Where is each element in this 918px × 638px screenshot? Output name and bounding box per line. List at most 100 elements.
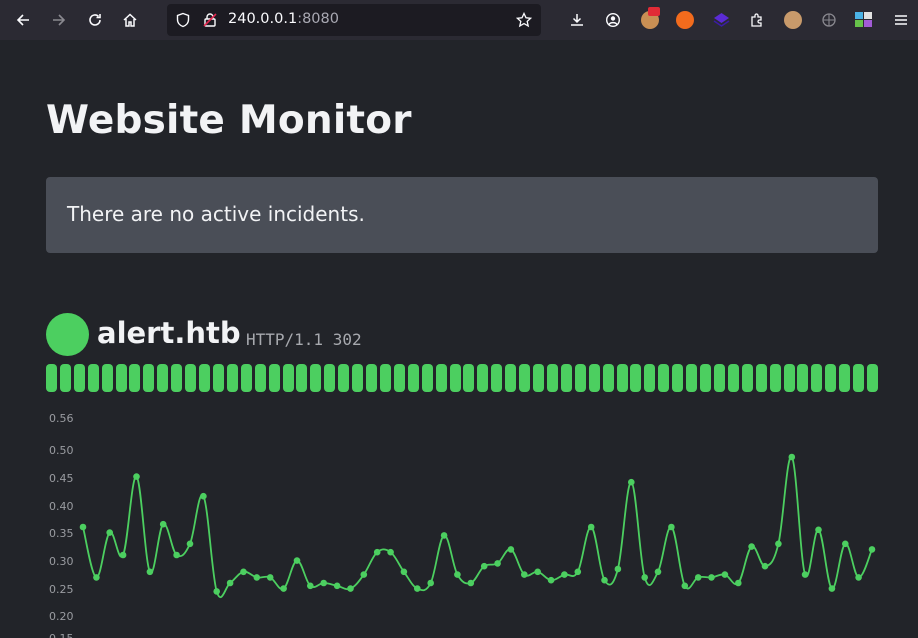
- data-point[interactable]: [601, 576, 608, 584]
- uptime-check-bar[interactable]: [352, 364, 364, 392]
- data-point[interactable]: [587, 523, 595, 531]
- data-point[interactable]: [668, 523, 675, 531]
- uptime-check-bar[interactable]: [101, 364, 113, 392]
- uptime-check-bar[interactable]: [644, 364, 656, 392]
- data-point[interactable]: [226, 579, 234, 587]
- data-point[interactable]: [440, 532, 448, 539]
- uptime-check-bar[interactable]: [143, 364, 155, 392]
- data-point[interactable]: [855, 574, 862, 581]
- data-point[interactable]: [240, 568, 247, 576]
- uptime-check-bar[interactable]: [171, 364, 183, 392]
- uptime-check-bar[interactable]: [755, 364, 767, 392]
- menu-hamburger-icon[interactable]: [889, 8, 913, 32]
- uptime-check-bar[interactable]: [393, 364, 405, 392]
- uptime-check-bar[interactable]: [59, 364, 71, 392]
- data-point[interactable]: [641, 574, 648, 581]
- data-point[interactable]: [788, 453, 796, 461]
- uptime-check-bar[interactable]: [713, 364, 725, 392]
- reload-icon[interactable]: [83, 8, 107, 32]
- uptime-check-bar[interactable]: [811, 364, 823, 392]
- forward-arrow-icon[interactable]: [47, 8, 71, 32]
- data-point[interactable]: [534, 568, 541, 576]
- account-icon[interactable]: [601, 8, 625, 32]
- uptime-check-bar[interactable]: [282, 364, 294, 392]
- data-point[interactable]: [561, 571, 568, 578]
- uptime-check-bar[interactable]: [366, 364, 378, 392]
- data-point[interactable]: [454, 571, 461, 578]
- uptime-check-bar[interactable]: [825, 364, 837, 392]
- uptime-check-bar[interactable]: [853, 364, 865, 392]
- data-point[interactable]: [106, 529, 113, 536]
- uptime-check-bar[interactable]: [727, 364, 739, 392]
- data-point[interactable]: [694, 574, 702, 581]
- data-point[interactable]: [146, 568, 154, 576]
- uptime-check-bar[interactable]: [421, 364, 433, 392]
- uptime-check-bar[interactable]: [686, 364, 698, 392]
- data-point[interactable]: [467, 579, 475, 587]
- uptime-check-bar[interactable]: [574, 364, 586, 392]
- data-point[interactable]: [842, 540, 849, 548]
- uptime-check-bar[interactable]: [839, 364, 851, 392]
- uptime-check-bar[interactable]: [310, 364, 322, 392]
- data-point[interactable]: [360, 571, 368, 578]
- uptime-check-bar[interactable]: [630, 364, 642, 392]
- uptime-check-bar[interactable]: [435, 364, 447, 392]
- data-point[interactable]: [347, 585, 354, 592]
- data-point[interactable]: [735, 579, 742, 587]
- data-point[interactable]: [280, 585, 287, 592]
- data-point[interactable]: [266, 574, 274, 581]
- uptime-check-bar[interactable]: [769, 364, 781, 392]
- uptime-check-bar[interactable]: [519, 364, 531, 392]
- data-point[interactable]: [494, 560, 501, 567]
- data-point[interactable]: [748, 543, 755, 550]
- bookmark-star-icon[interactable]: [515, 11, 533, 32]
- uptime-check-bar[interactable]: [296, 364, 308, 392]
- url-text[interactable]: 240.0.0.1:8080: [228, 11, 339, 27]
- data-point[interactable]: [761, 562, 769, 570]
- data-point[interactable]: [293, 557, 301, 564]
- uptime-check-bar[interactable]: [157, 364, 169, 392]
- data-point[interactable]: [427, 579, 435, 587]
- data-point[interactable]: [574, 568, 582, 576]
- data-point[interactable]: [614, 565, 622, 573]
- data-point[interactable]: [654, 568, 662, 576]
- data-point[interactable]: [815, 526, 822, 534]
- uptime-check-bar[interactable]: [783, 364, 795, 392]
- uptime-check-bar[interactable]: [741, 364, 753, 392]
- uptime-check-bar[interactable]: [491, 364, 503, 392]
- uptime-check-bar[interactable]: [588, 364, 600, 392]
- uptime-check-bar[interactable]: [658, 364, 670, 392]
- uptime-check-bar[interactable]: [700, 364, 712, 392]
- data-point[interactable]: [119, 551, 127, 559]
- data-point[interactable]: [628, 478, 635, 486]
- uptime-check-bar[interactable]: [505, 364, 517, 392]
- data-point[interactable]: [868, 546, 876, 553]
- data-point[interactable]: [521, 571, 528, 578]
- uptime-check-bar[interactable]: [616, 364, 628, 392]
- uptime-check-bar[interactable]: [268, 364, 280, 392]
- data-point[interactable]: [79, 523, 87, 531]
- data-point[interactable]: [93, 574, 100, 581]
- extension-layers-icon[interactable]: [713, 12, 730, 32]
- uptime-check-bar[interactable]: [199, 364, 211, 392]
- data-point[interactable]: [414, 585, 421, 592]
- extension-multicolor-icon[interactable]: [855, 12, 873, 28]
- uptime-check-bar[interactable]: [546, 364, 558, 392]
- shield-icon[interactable]: [175, 12, 191, 32]
- home-icon[interactable]: [118, 8, 142, 32]
- data-point[interactable]: [828, 585, 836, 592]
- data-point[interactable]: [547, 576, 555, 584]
- data-point[interactable]: [253, 574, 261, 581]
- data-point[interactable]: [373, 548, 381, 556]
- uptime-check-bar[interactable]: [407, 364, 419, 392]
- data-point[interactable]: [186, 540, 194, 548]
- extension-duckduckgo-icon[interactable]: [676, 11, 694, 29]
- data-point[interactable]: [507, 546, 515, 553]
- data-point[interactable]: [801, 571, 809, 578]
- uptime-check-bar[interactable]: [379, 364, 391, 392]
- uptime-check-bar[interactable]: [185, 364, 197, 392]
- uptime-check-bar[interactable]: [240, 364, 252, 392]
- data-point[interactable]: [320, 579, 328, 587]
- insecure-lock-icon[interactable]: [202, 12, 218, 32]
- uptime-check-bar[interactable]: [672, 364, 684, 392]
